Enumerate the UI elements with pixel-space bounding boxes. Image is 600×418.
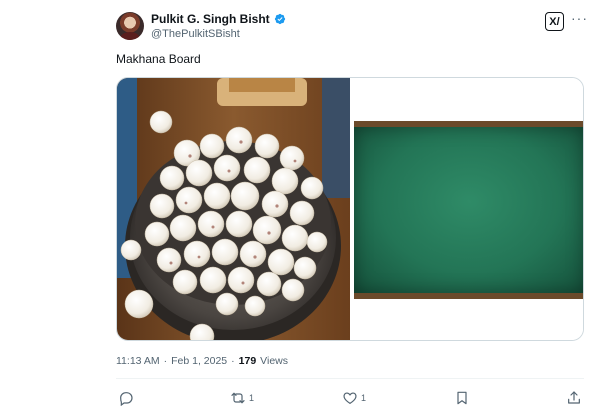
bookmark-button[interactable]: [454, 388, 473, 408]
action-bar: 1 1: [116, 388, 584, 408]
divider: [116, 378, 584, 379]
heart-icon: [343, 392, 357, 405]
makhana-photo[interactable]: [117, 78, 350, 340]
chalkboard-image: [354, 121, 583, 299]
author-display-name[interactable]: Pulkit G. Singh Bisht: [151, 12, 270, 26]
chalkboard-photo[interactable]: [352, 78, 583, 340]
more-options-button[interactable]: ···: [571, 10, 587, 30]
repost-count: 1: [249, 393, 255, 403]
reply-button[interactable]: [118, 388, 137, 408]
tweet-text: Makhana Board: [116, 52, 201, 66]
grok-icon: X/: [549, 15, 560, 28]
views-count: 179: [238, 355, 257, 367]
makhana-bowl-image: [117, 78, 350, 340]
verified-badge-icon: [274, 13, 285, 25]
bookmark-icon: [457, 391, 467, 405]
share-icon: [568, 391, 580, 404]
like-button[interactable]: 1: [342, 388, 366, 408]
meta-separator: ·: [163, 355, 168, 367]
repost-button[interactable]: 1: [230, 388, 254, 408]
like-count: 1: [361, 393, 367, 403]
tweet-meta: 11:13 AM · Feb 1, 2025 · 179 Views: [116, 355, 288, 367]
tweet-time[interactable]: 11:13 AM: [116, 355, 160, 367]
tweet-date[interactable]: Feb 1, 2025: [171, 355, 227, 367]
meta-separator: ·: [231, 355, 235, 367]
author-name-row: Pulkit G. Singh Bisht: [151, 12, 286, 26]
reply-icon: [120, 392, 133, 406]
author-handle[interactable]: @ThePulkitSBisht: [151, 28, 240, 40]
views-label: Views: [260, 355, 288, 367]
more-icon: ···: [571, 10, 588, 26]
grok-button[interactable]: X/: [545, 12, 564, 31]
share-button[interactable]: [566, 388, 585, 408]
repost-icon: [231, 392, 245, 404]
avatar[interactable]: [116, 12, 144, 40]
media-grid: [116, 77, 584, 341]
tweet: Pulkit G. Singh Bisht @ThePulkitSBisht X…: [0, 0, 600, 418]
